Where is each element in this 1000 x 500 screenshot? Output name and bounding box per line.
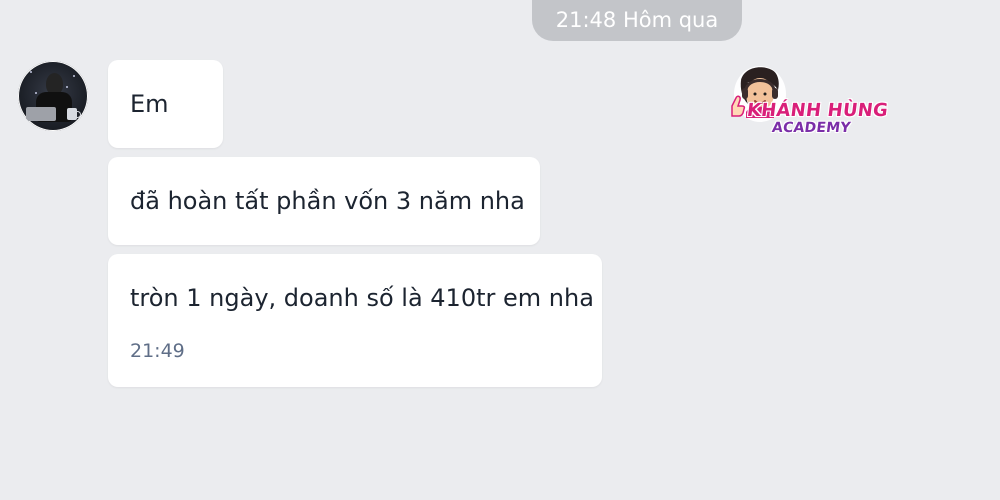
message-text: đã hoàn tất phần vốn 3 năm nha: [130, 187, 525, 215]
contact-avatar[interactable]: [18, 61, 88, 131]
brand-logo: KHÁNH HÙNG ACADEMY: [722, 60, 892, 140]
cup-icon: [67, 108, 81, 120]
avatar-star: [66, 86, 68, 88]
message-text: Em: [130, 90, 169, 118]
brand-name-line-2: ACADEMY: [771, 120, 852, 136]
avatar-star: [73, 75, 75, 77]
message-text: tròn 1 ngày, doanh số là 410tr em nha: [130, 284, 594, 312]
avatar-star: [35, 92, 37, 94]
message-bubble[interactable]: Em: [108, 60, 223, 148]
message-bubble[interactable]: tròn 1 ngày, doanh số là 410tr em nha 21…: [108, 254, 602, 387]
avatar-star: [30, 71, 32, 73]
message-bubble[interactable]: đã hoàn tất phần vốn 3 năm nha: [108, 157, 540, 245]
date-separator: 21:48 Hôm qua: [532, 0, 742, 41]
laptop-icon: [26, 107, 56, 121]
chat-screen: 21:48 Hôm qua Em đã hoàn tất phần vốn 3 …: [0, 0, 1000, 500]
message-timestamp: 21:49: [130, 340, 185, 362]
brand-name-line-1: KHÁNH HÙNG: [745, 100, 890, 121]
